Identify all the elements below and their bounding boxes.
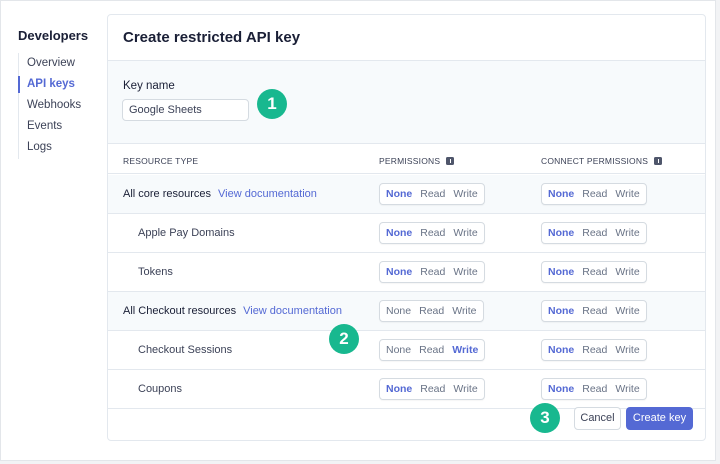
resource-label: Apple Pay Domains	[138, 227, 235, 239]
resource-name: Apple Pay Domains	[138, 214, 235, 252]
connect-permission-toggle: None Read Write	[541, 378, 647, 400]
info-icon[interactable]	[654, 157, 663, 165]
cancel-button[interactable]: Cancel	[574, 407, 621, 430]
permission-option-read[interactable]: Read	[416, 184, 449, 204]
resource-name: Checkout Sessions	[138, 331, 232, 369]
permission-option-read[interactable]: Read	[416, 262, 449, 282]
step-badge-1: 1	[257, 89, 287, 119]
permission-option-none[interactable]: None	[380, 184, 416, 204]
permission-option-none[interactable]: None	[380, 379, 416, 399]
view-documentation-link[interactable]: View documentation	[218, 188, 317, 200]
permission-option-write[interactable]: Write	[449, 262, 483, 282]
permission-toggle: None Read Write	[379, 339, 486, 361]
resource-label: Tokens	[138, 266, 173, 278]
permission-toggle: None Read Write	[379, 378, 485, 400]
connect-permission-option-none[interactable]: None	[542, 223, 578, 243]
connect-permission-option-none[interactable]: None	[542, 262, 578, 282]
connect-permission-option-write[interactable]: Write	[611, 379, 645, 399]
permission-option-write[interactable]: Write	[449, 184, 483, 204]
sidebar-item-api-keys[interactable]: API keys	[17, 74, 81, 95]
resource-label: Coupons	[138, 383, 183, 395]
connect-permission-option-read[interactable]: Read	[578, 379, 611, 399]
connect-permission-option-none[interactable]: None	[542, 379, 578, 399]
step-badge-3: 3	[530, 403, 560, 433]
table-header: RESOURCE TYPE PERMISSIONS CONNECT PERMIS…	[108, 144, 705, 174]
header-resource-type: RESOURCE TYPE	[123, 156, 198, 166]
connect-permission-option-none[interactable]: None	[542, 301, 578, 321]
connect-permission-option-write[interactable]: Write	[611, 184, 645, 204]
permission-option-none[interactable]: None	[380, 262, 416, 282]
page-frame: Developers Overview API keys Webhooks Ev…	[0, 0, 716, 461]
connect-permission-option-write[interactable]: Write	[611, 262, 645, 282]
permission-option-read[interactable]: Read	[415, 340, 448, 360]
table-row: Apple Pay Domains None Read Write None Read Wr…	[108, 214, 705, 253]
sidebar-item-overview[interactable]: Overview	[19, 53, 81, 74]
table-row: Checkout Sessions None Read Write None Read Wr…	[108, 331, 705, 370]
permission-option-write[interactable]: Write	[448, 301, 482, 321]
permission-option-read[interactable]: Read	[416, 223, 449, 243]
permission-option-read[interactable]: Read	[416, 379, 449, 399]
create-key-button[interactable]: Create key	[626, 407, 693, 430]
permission-toggle: None Read Write	[379, 222, 485, 244]
connect-permission-toggle: None Read Write	[541, 183, 647, 205]
sidebar-item-logs[interactable]: Logs	[19, 137, 81, 158]
header-permissions: PERMISSIONS	[379, 156, 455, 166]
permission-option-none[interactable]: None	[380, 301, 415, 321]
connect-permission-toggle: None Read Write	[541, 300, 647, 322]
connect-permission-option-write[interactable]: Write	[611, 223, 645, 243]
connect-permission-toggle: None Read Write	[541, 222, 647, 244]
step-badge-2: 2	[329, 324, 359, 354]
permission-option-none[interactable]: None	[380, 340, 415, 360]
sidebar-item-events[interactable]: Events	[19, 116, 81, 137]
sidebar-nav: Overview API keys Webhooks Events Logs	[17, 53, 81, 159]
key-name-section: Key name	[108, 60, 705, 144]
connect-permission-option-read[interactable]: Read	[578, 184, 611, 204]
resource-name: All Checkout resources View documentation	[123, 292, 342, 330]
header-connect-permissions-label: CONNECT PERMISSIONS	[541, 156, 649, 166]
connect-permission-option-read[interactable]: Read	[578, 223, 611, 243]
permission-option-read[interactable]: Read	[415, 301, 448, 321]
permission-option-write[interactable]: Write	[449, 223, 483, 243]
resource-name: Tokens	[138, 253, 173, 291]
permission-option-none[interactable]: None	[380, 223, 416, 243]
header-permissions-label: PERMISSIONS	[379, 156, 441, 166]
header-connect-permissions: CONNECT PERMISSIONS	[541, 156, 663, 166]
connect-permission-option-none[interactable]: None	[542, 184, 578, 204]
connect-permission-option-read[interactable]: Read	[578, 340, 611, 360]
key-name-label: Key name	[123, 80, 175, 92]
create-key-panel: Create restricted API key Key name RESOU…	[107, 14, 706, 441]
permission-option-write[interactable]: Write	[449, 379, 483, 399]
header-resource-type-label: RESOURCE TYPE	[123, 156, 199, 166]
permission-toggle: None Read Write	[379, 300, 484, 322]
table-row: All Checkout resources View documentation…	[108, 292, 705, 331]
view-documentation-link[interactable]: View documentation	[243, 305, 342, 317]
resource-name: Coupons	[138, 370, 182, 408]
connect-permission-option-read[interactable]: Read	[578, 262, 611, 282]
permission-toggle: None Read Write	[379, 261, 485, 283]
resource-label: All core resources	[123, 188, 212, 200]
connect-permission-option-read[interactable]: Read	[578, 301, 611, 321]
resource-label: Checkout Sessions	[138, 344, 233, 356]
table-row: Coupons None Read Write None Read Write	[108, 370, 705, 409]
connect-permission-toggle: None Read Write	[541, 261, 647, 283]
connect-permission-toggle: None Read Write	[541, 339, 647, 361]
table-row: All core resources View documentation None…	[108, 175, 705, 214]
resource-name: All core resources View documentation	[123, 175, 317, 213]
resource-label: All Checkout resources	[123, 305, 237, 317]
sidebar: Developers Overview API keys Webhooks Ev…	[1, 1, 105, 461]
key-name-input[interactable]	[122, 99, 249, 121]
page-title: Create restricted API key	[123, 29, 301, 46]
connect-permission-option-write[interactable]: Write	[611, 301, 645, 321]
permission-option-write[interactable]: Write	[448, 340, 484, 360]
sidebar-item-webhooks[interactable]: Webhooks	[19, 95, 81, 116]
table-row: Tokens None Read Write None Read Write	[108, 253, 705, 292]
info-icon[interactable]	[446, 157, 455, 165]
connect-permission-option-none[interactable]: None	[542, 340, 578, 360]
sidebar-title: Developers	[18, 28, 89, 43]
permission-toggle: None Read Write	[379, 183, 485, 205]
connect-permission-option-write[interactable]: Write	[611, 340, 645, 360]
